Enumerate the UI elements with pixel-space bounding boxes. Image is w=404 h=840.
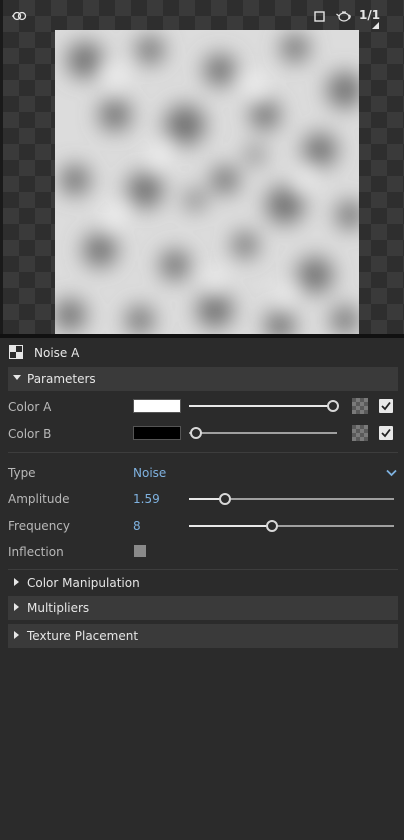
expand-right-icon	[14, 578, 19, 586]
frequency-value[interactable]: 8	[133, 519, 141, 533]
expand-right-icon	[14, 603, 19, 611]
separator	[8, 452, 398, 453]
inflection-label: Inflection	[8, 545, 64, 559]
color-a-slider-knob[interactable]	[327, 400, 339, 412]
amplitude-label: Amplitude	[8, 492, 70, 506]
chevron-down-icon[interactable]	[386, 466, 397, 480]
node-header: Noise A	[0, 338, 404, 366]
color-b-texture-button[interactable]	[352, 425, 368, 441]
expand-down-icon	[13, 375, 21, 380]
frequency-slider-fill	[189, 525, 271, 527]
type-label: Type	[8, 466, 36, 480]
color-b-slider-knob[interactable]	[190, 427, 202, 439]
section-label: Multipliers	[27, 601, 90, 615]
color-b-swatch[interactable]	[133, 426, 181, 440]
type-dropdown[interactable]: Noise	[133, 466, 166, 480]
noise-texture-image	[55, 30, 359, 334]
inflection-checkbox[interactable]	[134, 545, 146, 557]
color-b-label: Color B	[8, 427, 52, 441]
section-label: Color Manipulation	[27, 576, 140, 590]
link-icon[interactable]	[12, 10, 28, 24]
color-b-enable-checkbox[interactable]	[379, 426, 393, 440]
ratio-label[interactable]: 1/1	[359, 9, 380, 21]
node-title: Noise A	[34, 346, 80, 360]
texture-preview[interactable]: 1/1	[0, 0, 404, 334]
color-a-label: Color A	[8, 400, 52, 414]
section-parameters[interactable]: Parameters	[8, 367, 398, 391]
parameter-panel: Noise A Parameters Color A Color B Type …	[0, 338, 404, 840]
expand-right-icon	[14, 631, 19, 639]
color-a-texture-button[interactable]	[352, 398, 368, 414]
section-texture-placement[interactable]: Texture Placement	[8, 624, 398, 648]
section-color-manipulation[interactable]: Color Manipulation	[8, 571, 398, 595]
color-b-slider-track[interactable]	[189, 432, 337, 434]
frequency-label: Frequency	[8, 519, 70, 533]
corner-resize-icon	[372, 22, 379, 29]
color-a-swatch[interactable]	[133, 399, 181, 413]
section-multipliers[interactable]: Multipliers	[8, 596, 398, 620]
frequency-slider-knob[interactable]	[266, 520, 278, 532]
section-label: Parameters	[27, 372, 96, 386]
amplitude-slider-knob[interactable]	[219, 493, 231, 505]
node-icon	[9, 345, 23, 359]
color-a-enable-checkbox[interactable]	[379, 399, 393, 413]
frame-icon[interactable]	[314, 11, 325, 24]
separator	[8, 569, 398, 570]
amplitude-value[interactable]: 1.59	[133, 492, 160, 506]
teapot-icon[interactable]	[336, 9, 352, 24]
color-a-slider-fill	[189, 405, 333, 407]
section-label: Texture Placement	[27, 629, 139, 643]
